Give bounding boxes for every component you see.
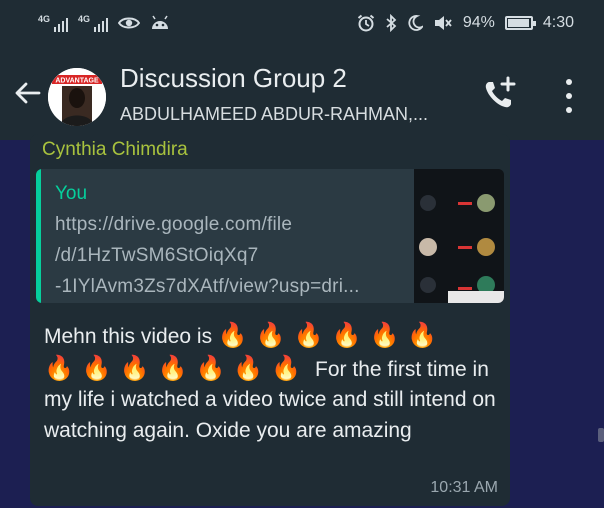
message-bubble[interactable]: Cynthia Chimdira You https://drive.googl… [30,134,510,506]
logo-text: ADVANTAGE [55,78,99,85]
more-options-button[interactable] [556,76,582,116]
fire-emoji-group: 🔥🔥🔥🔥🔥🔥🔥 [44,353,310,382]
status-left: 4G 4G [38,14,170,32]
message-timestamp: 10:31 AM [430,479,498,496]
back-button[interactable] [10,78,44,108]
quote-accent-bar [36,169,41,303]
battery-fill [507,19,529,27]
quote-text-line: /d/1HzTwSM6StOiqXq7 [55,245,259,266]
group-avatar[interactable]: ADVANTAGE [48,68,106,126]
scrollbar-thumb[interactable] [598,428,604,442]
bluetooth-icon [386,14,397,32]
network-type: 4G [38,14,51,24]
chat-title[interactable]: Discussion Group 2 [120,63,347,94]
back-arrow-icon [15,82,41,104]
message-text: Mehn this video is 🔥🔥🔥🔥🔥🔥 🔥🔥🔥🔥🔥🔥🔥 For th… [44,320,500,446]
mute-icon [434,16,452,30]
quote-author: You [55,183,88,204]
status-bar: 4G 4G 94% 4:30 [0,0,604,46]
sender-name[interactable]: Cynthia Chimdira [42,139,188,161]
message-text-part: Mehn this video is [44,325,218,348]
avatar-image: ADVANTAGE [48,68,106,126]
eye-icon [118,17,141,29]
quote-text-line: -1IYlAvm3Zs7dXAtf/view?usp=dri... [55,276,360,297]
clock: 4:30 [542,14,574,31]
fire-emoji-group: 🔥🔥🔥🔥🔥🔥 [217,321,446,349]
add-call-icon [485,76,516,108]
chat-participants[interactable]: ABDULHAMEED ABDUR-RAHMAN,... [120,104,428,125]
quoted-message[interactable]: You https://drive.google.com/file /d/1Hz… [36,169,504,303]
network-type: 4G [78,14,91,24]
quote-text-line: https://drive.google.com/file [55,214,293,235]
moon-icon [408,15,423,31]
chat-header: ADVANTAGE Discussion Group 2 ABDULHAMEED… [0,46,604,140]
status-right: 94% 4:30 [357,14,574,32]
more-vert-icon [566,79,572,85]
alarm-icon [357,14,374,32]
android-icon [152,15,169,29]
signal-icon: 4G [78,14,109,32]
quote-thumbnail [414,169,504,303]
battery-icon [504,16,536,30]
battery-percent: 94% [462,14,495,31]
add-call-button[interactable] [480,74,520,114]
signal-icon: 4G [38,14,69,32]
